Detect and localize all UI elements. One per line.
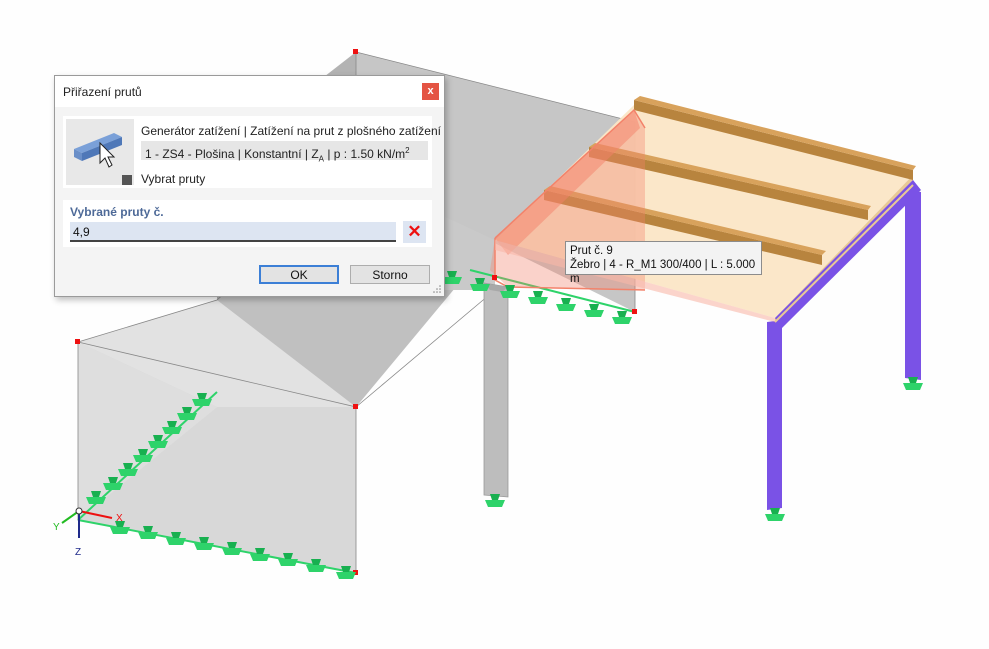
info-panel: Generátor zatížení | Zatížení na prut z … [63,116,441,188]
dialog-titlebar[interactable]: Přiřazení prutů x [55,76,444,107]
selected-members-panel: Vybrané pruty č. 4,9 ✕ [63,200,432,247]
concrete-column[interactable] [483,282,509,498]
generator-text: Generátor zatížení | Zatížení na prut z … [141,124,441,138]
selected-members-input[interactable]: 4,9 [70,222,396,242]
axis-x-label: X [116,513,123,524]
resize-grip-icon[interactable] [433,285,441,293]
clear-selection-button[interactable]: ✕ [403,221,426,243]
cancel-button[interactable]: Storno [350,265,430,284]
assign-members-dialog: Přiřazení prutů x Generátor zatížení | Z… [54,75,445,297]
ok-button[interactable]: OK [259,265,339,284]
member-tooltip: Prut č. 9 Žebro | 4 - R_M1 300/400 | L :… [565,241,762,285]
dialog-title: Přiřazení prutů [63,85,142,99]
load-case-sup: 2 [405,146,410,155]
tooltip-detail: Žebro | 4 - R_M1 300/400 | L : 5.000 m [570,259,756,285]
load-case-row: 1 - ZS4 - Plošina | Konstantní | ZA | p … [141,141,428,163]
axis-z-label: Z [75,547,81,558]
load-case-value: | p : 1.50 kN/m [324,147,406,161]
close-button[interactable]: x [422,83,439,100]
tooltip-title: Prut č. 9 [570,245,613,257]
selected-members-label: Vybrané pruty č. [70,205,164,219]
load-case-text: 1 - ZS4 - Plošina | Konstantní | Z [145,147,319,161]
axis-y-label: Y [53,522,60,533]
select-members-label: Vybrat pruty [141,172,206,186]
member-selection-icon[interactable] [66,119,134,185]
